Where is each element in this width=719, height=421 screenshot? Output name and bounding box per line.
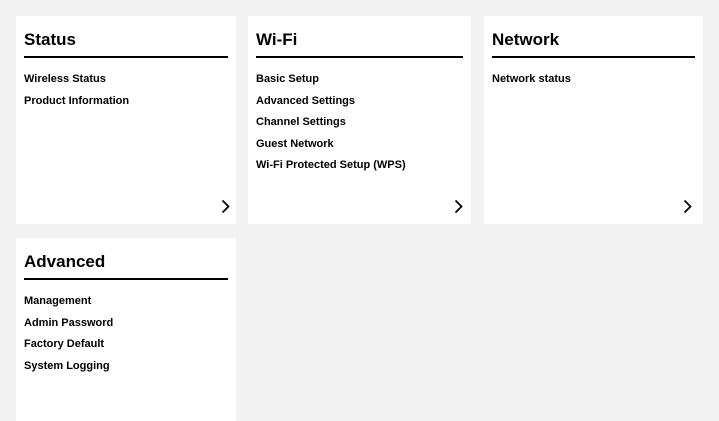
network-link-list: Network status [492, 69, 695, 91]
status-title-divider [24, 56, 228, 58]
wireless-status-link[interactable]: Wireless Status [24, 69, 228, 91]
management-link[interactable]: Management [24, 291, 228, 313]
network-card: Network Network status [484, 16, 703, 224]
status-link-list: Wireless Status Product Information [24, 69, 228, 112]
factory-default-link[interactable]: Factory Default [24, 334, 228, 356]
wifi-link-list: Basic Setup Advanced Settings Channel Se… [256, 69, 463, 177]
admin-password-link[interactable]: Admin Password [24, 313, 228, 335]
product-information-link[interactable]: Product Information [24, 91, 228, 113]
wifi-title-divider [256, 56, 463, 58]
advanced-settings-link[interactable]: Advanced Settings [256, 91, 463, 113]
chevron-right-icon[interactable] [217, 196, 233, 216]
advanced-title: Advanced [24, 252, 106, 271]
network-title-divider [492, 56, 695, 58]
guest-network-link[interactable]: Guest Network [256, 134, 463, 156]
system-logging-link[interactable]: System Logging [24, 356, 228, 378]
basic-setup-link[interactable]: Basic Setup [256, 69, 463, 91]
network-status-link[interactable]: Network status [492, 69, 695, 91]
advanced-card: Advanced Management Admin Password Facto… [16, 238, 236, 421]
wps-link[interactable]: Wi-Fi Protected Setup (WPS) [256, 155, 463, 177]
network-title: Network [492, 30, 560, 49]
status-title: Status [24, 30, 76, 49]
status-card: Status Wireless Status Product Informati… [16, 16, 236, 224]
channel-settings-link[interactable]: Channel Settings [256, 112, 463, 134]
chevron-right-icon[interactable] [450, 196, 466, 216]
chevron-right-icon[interactable] [679, 196, 695, 216]
wifi-card: Wi-Fi Basic Setup Advanced Settings Chan… [248, 16, 471, 224]
advanced-link-list: Management Admin Password Factory Defaul… [24, 291, 228, 377]
advanced-title-divider [24, 278, 228, 280]
wifi-title: Wi-Fi [256, 30, 298, 49]
